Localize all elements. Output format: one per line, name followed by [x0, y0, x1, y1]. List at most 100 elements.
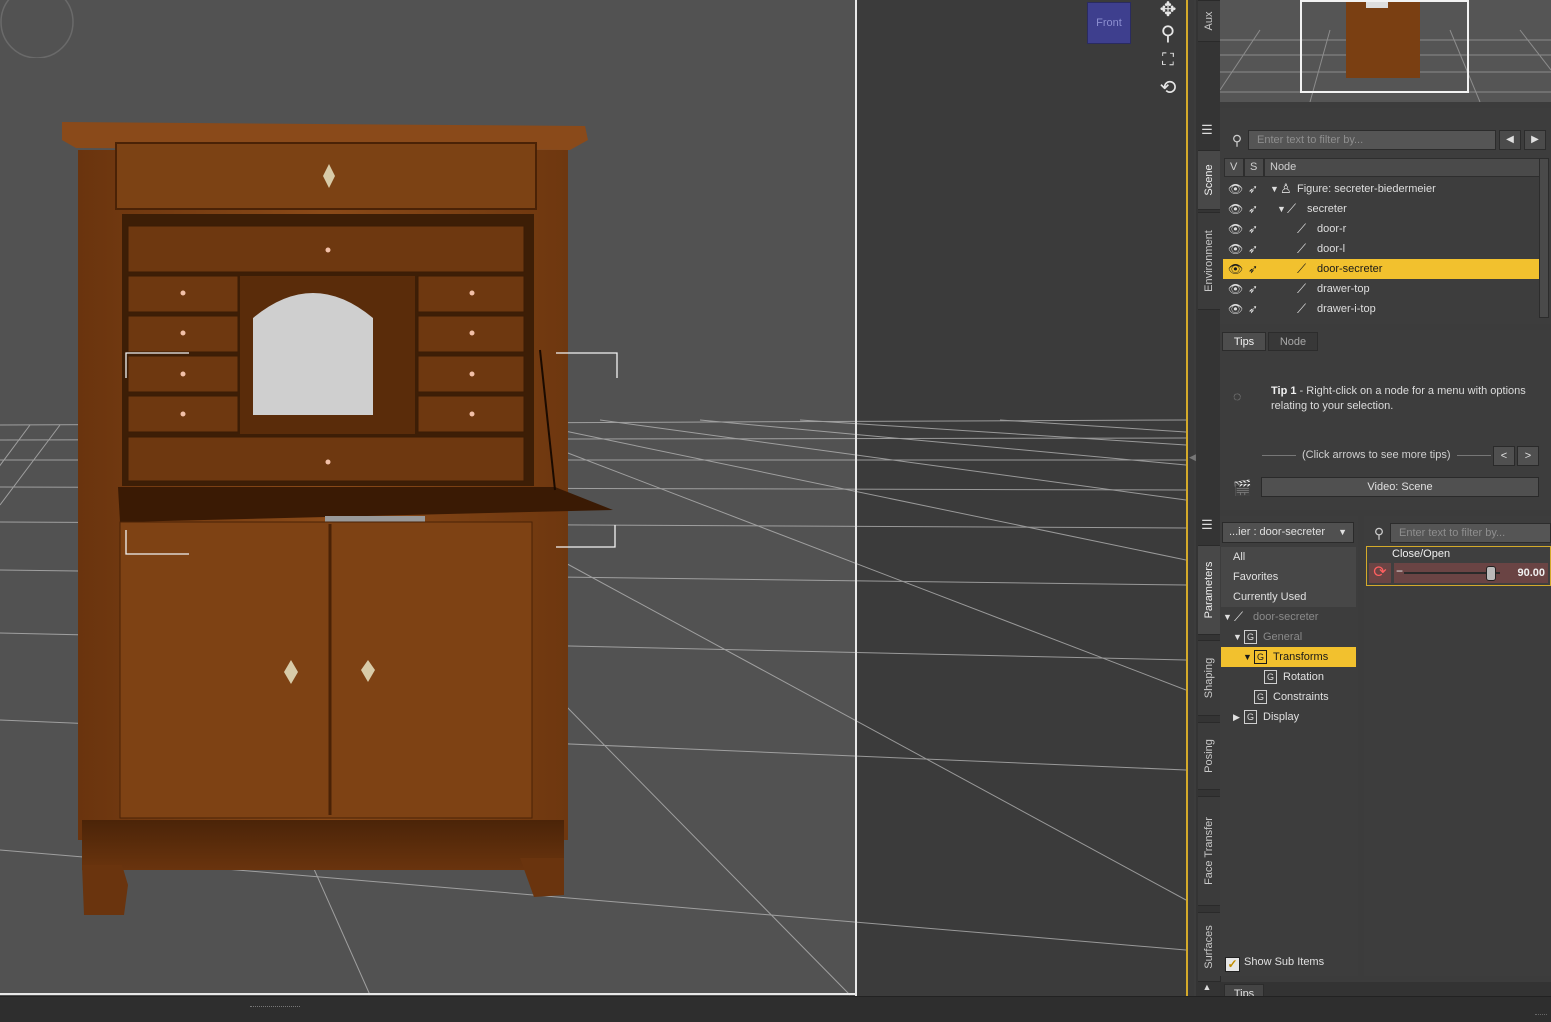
select-arrow-icon[interactable]: ➶	[1248, 279, 1258, 299]
show-sub-items-checkbox[interactable]: ✓	[1225, 957, 1240, 972]
tab-shaping[interactable]: Shaping	[1198, 640, 1221, 716]
eye-icon[interactable]: 👁	[1228, 239, 1243, 259]
tab-scene[interactable]: Scene	[1198, 150, 1221, 210]
scene-menu-icon[interactable]: ☰	[1199, 123, 1215, 137]
scene-row[interactable]: 👁 ➶ ▼ ⟋ secreter	[1223, 199, 1539, 219]
tab-posing[interactable]: Posing	[1198, 722, 1221, 790]
node-selector-label: ...ier : door-secreter	[1229, 526, 1325, 538]
search-icon[interactable]: ⚲	[1228, 131, 1246, 149]
expand-icon[interactable]: ▼	[1223, 607, 1232, 627]
tab-parameters[interactable]: Parameters	[1198, 545, 1221, 635]
scene-row[interactable]: 👁 ➶ ⟋ door-l	[1223, 239, 1539, 259]
scene-row[interactable]: 👁 ➶ ⟋ drawer-top	[1223, 279, 1539, 299]
orbit-icon[interactable]: ⟲	[1156, 76, 1180, 100]
select-arrow-icon[interactable]: ➶	[1248, 259, 1258, 279]
divider	[1262, 455, 1296, 456]
pan-icon[interactable]: ✥	[1156, 0, 1180, 22]
tree-group-display[interactable]: ▶ G Display	[1221, 707, 1356, 727]
group-badge-icon: G	[1244, 630, 1257, 644]
scene-row[interactable]: 👁 ➶ ▼ ♙ Figure: secreter-biedermeier	[1223, 179, 1539, 199]
eye-icon[interactable]: 👁	[1228, 179, 1243, 199]
scene-row-label: door-l	[1317, 243, 1346, 255]
category-all[interactable]: All	[1221, 547, 1356, 567]
group-badge-icon: G	[1254, 650, 1267, 664]
select-arrow-icon[interactable]: ➶	[1248, 199, 1258, 219]
tree-node-label: door-secreter	[1253, 611, 1319, 623]
category-favorites[interactable]: Favorites	[1221, 567, 1356, 587]
slider-handle[interactable]	[1486, 566, 1497, 581]
expand-icon[interactable]: ▼	[1270, 179, 1279, 199]
scene-row-label: drawer-i-top	[1317, 303, 1376, 315]
tab-surfaces[interactable]: Surfaces	[1198, 912, 1221, 982]
column-visible[interactable]: V	[1224, 158, 1244, 177]
tree-group-label: General	[1263, 631, 1303, 643]
tree-node-door-secreter[interactable]: ▼ ⟋ door-secreter	[1221, 607, 1356, 627]
bone-icon: ⟋	[1287, 201, 1297, 216]
search-icon[interactable]: ⚲	[1370, 524, 1388, 542]
expand-right-icon[interactable]: ▶	[1233, 707, 1240, 727]
scene-filter-input[interactable]: Enter text to filter by...	[1248, 130, 1496, 150]
scene-row-selected[interactable]: 👁 ➶ ⟋ door-secreter	[1223, 259, 1539, 279]
tree-group-general[interactable]: ▼ G General	[1221, 627, 1356, 647]
group-badge-icon: G	[1264, 670, 1277, 684]
chevron-down-icon: ▼	[1338, 527, 1347, 537]
bone-icon: ⟋	[1297, 281, 1307, 296]
parameters-menu-icon[interactable]: ☰	[1199, 518, 1215, 532]
pane-splitter[interactable]	[1186, 0, 1194, 1000]
zoom-icon[interactable]: ⚲	[1156, 22, 1180, 46]
tree-group-rotation[interactable]: G Rotation	[1221, 667, 1356, 687]
tab-face-transfer[interactable]: Face Transfer	[1198, 796, 1221, 906]
tip-prev-button[interactable]: <	[1493, 446, 1515, 466]
column-selectable[interactable]: S	[1244, 158, 1264, 177]
eye-icon[interactable]: 👁	[1228, 299, 1243, 319]
resize-grip[interactable]	[250, 1006, 300, 1011]
group-badge-icon: G	[1244, 710, 1257, 724]
property-label: Close/Open	[1392, 548, 1451, 560]
scene-row[interactable]: 👁 ➶ ⟋ door-r	[1223, 219, 1539, 239]
eye-icon[interactable]: 👁	[1228, 199, 1243, 219]
scene-row[interactable]: 👁 ➶ ⟋ drawer-i-top	[1223, 299, 1539, 319]
reset-icon[interactable]: ⟳	[1369, 563, 1391, 583]
property-value[interactable]: 90.00	[1505, 567, 1545, 579]
video-scene-button[interactable]: Video: Scene	[1261, 477, 1539, 497]
resize-grip[interactable]	[1535, 1014, 1547, 1021]
splitter-collapse-icon[interactable]: ◀	[1189, 452, 1196, 463]
eye-icon[interactable]: 👁	[1228, 279, 1243, 299]
eye-icon[interactable]: 👁	[1228, 219, 1243, 239]
select-arrow-icon[interactable]: ➶	[1248, 219, 1258, 239]
scene-row-label: drawer-top	[1317, 283, 1370, 295]
scene-scrollbar[interactable]	[1539, 158, 1549, 318]
figure-icon: ♙	[1280, 181, 1292, 196]
frame-icon[interactable]: ⛶	[1156, 48, 1180, 72]
bone-icon: ⟋	[1297, 221, 1307, 236]
column-node[interactable]: Node	[1264, 158, 1540, 177]
scene-prev-button[interactable]: ◀	[1499, 130, 1521, 150]
scroll-tabs-icon[interactable]: ▲▼	[1199, 980, 1215, 1006]
tab-aux[interactable]: Aux	[1198, 0, 1221, 42]
expand-icon[interactable]: ▼	[1233, 627, 1242, 647]
view-cube-front[interactable]: Front	[1087, 2, 1131, 44]
expand-icon[interactable]: ▼	[1243, 647, 1252, 667]
divider	[1457, 455, 1491, 456]
node-selector-dropdown[interactable]: ...ier : door-secreter ▼	[1222, 522, 1354, 543]
expand-icon[interactable]: ▼	[1277, 199, 1286, 219]
tab-node[interactable]: Node	[1268, 332, 1318, 351]
category-currently-used[interactable]: Currently Used	[1221, 587, 1356, 607]
slider-minus-icon[interactable]: −	[1396, 564, 1403, 578]
select-arrow-icon[interactable]: ➶	[1248, 179, 1258, 199]
tree-group-label: Transforms	[1273, 651, 1329, 663]
parameters-filter-input[interactable]: Enter text to filter by...	[1390, 523, 1551, 543]
select-arrow-icon[interactable]: ➶	[1248, 299, 1258, 319]
tree-group-transforms[interactable]: ▼ G Transforms	[1221, 647, 1356, 667]
tip-title: Tip 1	[1271, 385, 1297, 397]
3d-viewport[interactable]: Front ✥ ⚲ ⛶ ⟲	[0, 0, 1186, 996]
tip-next-button[interactable]: >	[1517, 446, 1539, 466]
loading-icon: ◌	[1233, 388, 1242, 404]
tab-tips[interactable]: Tips	[1222, 332, 1266, 351]
scene-next-button[interactable]: ▶	[1524, 130, 1546, 150]
select-arrow-icon[interactable]: ➶	[1248, 239, 1258, 259]
tab-environment[interactable]: Environment	[1198, 212, 1221, 310]
scene-row-label: door-secreter	[1317, 263, 1383, 275]
tree-group-constraints[interactable]: G Constraints	[1221, 687, 1356, 707]
eye-icon[interactable]: 👁	[1228, 259, 1243, 279]
